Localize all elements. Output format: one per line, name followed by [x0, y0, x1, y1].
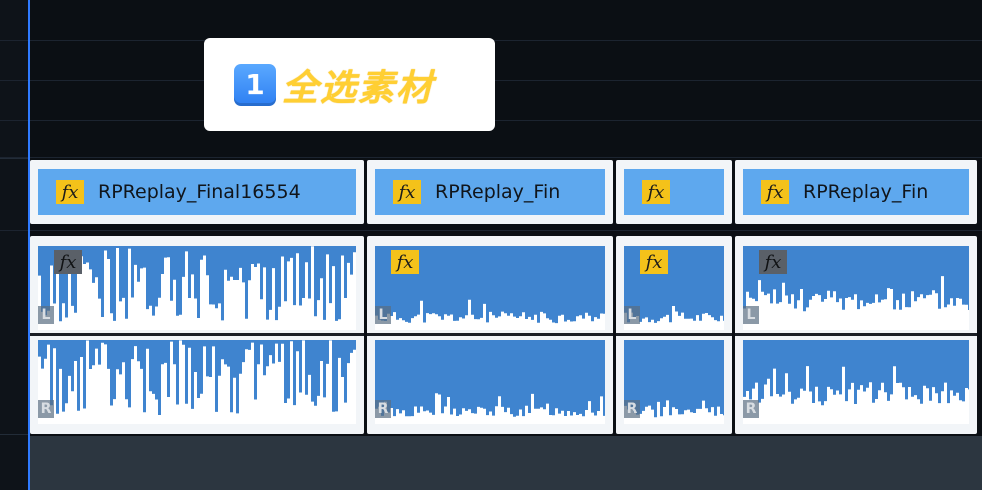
waveform-shape: [375, 393, 605, 424]
clip-body: fx: [624, 169, 724, 215]
step-number-badge: 1: [234, 63, 276, 106]
track-divider: [0, 230, 982, 231]
left-channel-label: L: [743, 306, 759, 324]
right-channel-waveform: R: [38, 340, 356, 424]
audio-clip-1[interactable]: fx L R: [30, 236, 364, 434]
clip-name: RPReplay_Final16554: [98, 181, 301, 203]
video-clip-4[interactable]: fx RPReplay_Fin: [735, 160, 977, 224]
annotation-text: 全选素材: [282, 67, 435, 109]
channel-divider: [735, 333, 977, 336]
clip-name: RPReplay_Fin: [803, 181, 929, 203]
fx-icon[interactable]: fx: [393, 180, 421, 204]
clip-body: fx RPReplay_Fin: [743, 169, 969, 215]
right-channel-waveform: R: [624, 340, 724, 424]
left-channel-label: L: [624, 306, 640, 324]
left-channel-waveform: fx L: [624, 246, 724, 330]
fx-icon[interactable]: fx: [759, 250, 787, 274]
fx-icon[interactable]: fx: [640, 250, 668, 274]
waveform: [38, 246, 356, 330]
right-channel-label: R: [624, 400, 640, 418]
channel-divider: [367, 333, 613, 336]
waveform: [743, 366, 969, 424]
left-channel-waveform: fx L: [743, 246, 969, 330]
track-header-gutter: [0, 0, 28, 490]
right-channel-waveform: R: [743, 340, 969, 424]
fx-icon[interactable]: fx: [761, 180, 789, 204]
playhead[interactable]: [28, 0, 30, 490]
right-channel-label: R: [375, 400, 391, 418]
waveform-shape: [743, 366, 969, 424]
audio-clip-4[interactable]: fx L R: [735, 236, 977, 434]
waveform-shape: [375, 299, 605, 330]
fx-icon[interactable]: fx: [56, 180, 84, 204]
fx-icon[interactable]: fx: [642, 180, 670, 204]
waveform: [375, 393, 605, 424]
right-channel-label: R: [38, 400, 54, 418]
video-clip-2[interactable]: fx RPReplay_Fin: [367, 160, 613, 224]
track-divider: [0, 157, 982, 158]
waveform-shape: [38, 246, 356, 330]
video-clip-1[interactable]: fx RPReplay_Final16554: [30, 160, 364, 224]
left-channel-waveform: fx L: [38, 246, 356, 330]
video-clip-3[interactable]: fx: [616, 160, 732, 224]
left-channel-label: L: [375, 306, 391, 324]
clip-body: fx RPReplay_Final16554: [38, 169, 356, 215]
waveform-shape: [38, 340, 356, 424]
gutter-divider: [0, 158, 28, 159]
audio-clip-3[interactable]: fx L R: [616, 236, 732, 434]
clip-name: RPReplay_Fin: [435, 181, 561, 203]
left-channel-label: L: [38, 306, 54, 324]
empty-audio-track[interactable]: [30, 436, 982, 490]
audio-clip-2[interactable]: fx L R: [367, 236, 613, 434]
waveform-shape: [743, 276, 969, 330]
left-channel-waveform: fx L: [375, 246, 605, 330]
clip-body: fx RPReplay_Fin: [375, 169, 605, 215]
tutorial-annotation: 1 全选素材: [204, 38, 495, 131]
fx-icon[interactable]: fx: [54, 250, 82, 274]
waveform: [38, 340, 356, 424]
right-channel-waveform: R: [375, 340, 605, 424]
right-channel-label: R: [743, 400, 759, 418]
channel-divider: [616, 333, 732, 336]
fx-icon[interactable]: fx: [391, 250, 419, 274]
gutter-divider: [0, 434, 28, 435]
channel-divider: [30, 333, 364, 336]
